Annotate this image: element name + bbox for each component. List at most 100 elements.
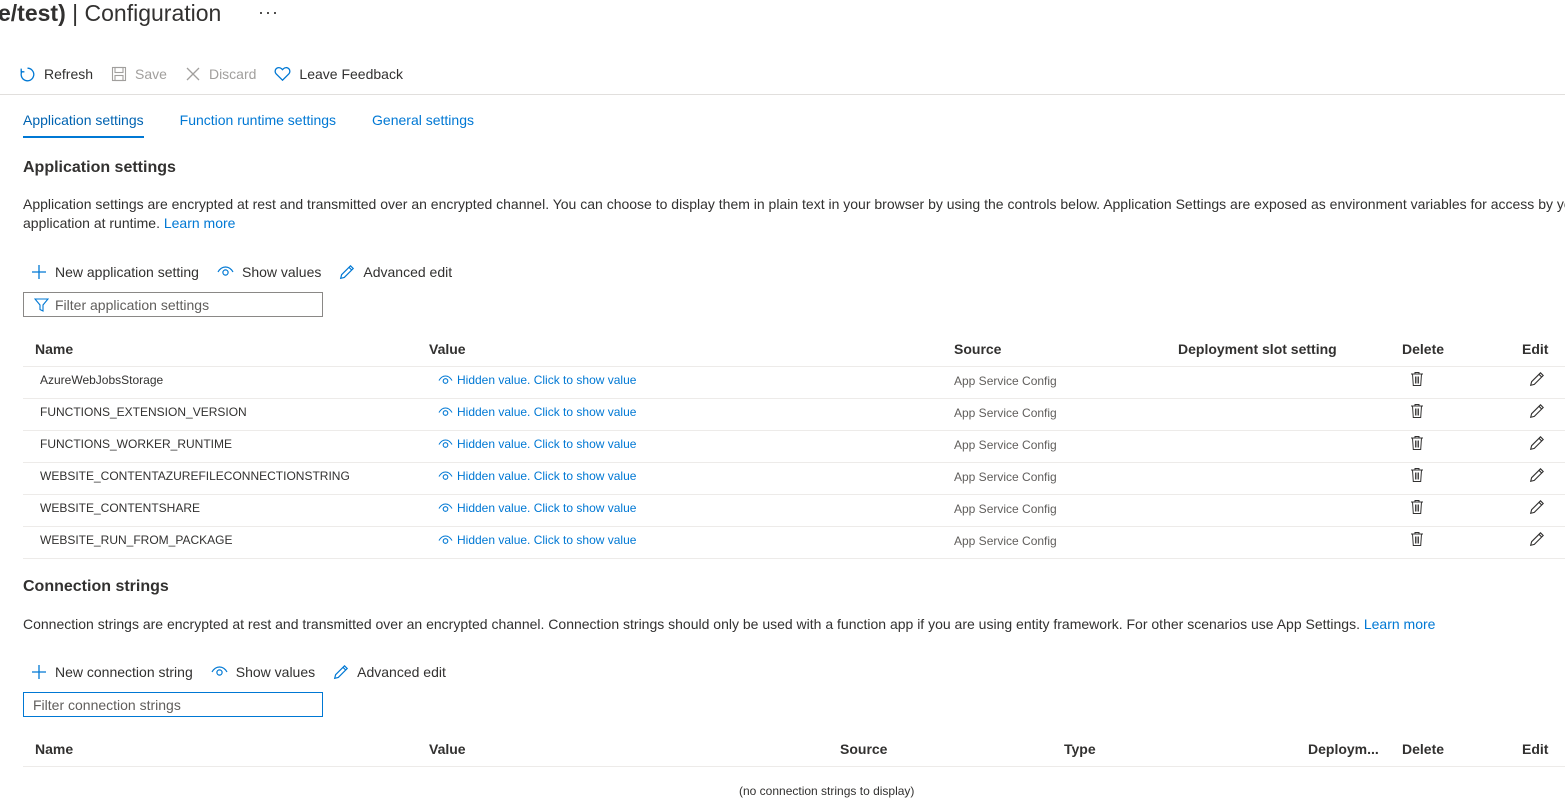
page-title-resource: e/test) xyxy=(0,0,66,26)
conn-col-header-type[interactable]: Type xyxy=(1064,741,1096,757)
eye-icon xyxy=(438,470,453,480)
refresh-label: Refresh xyxy=(44,66,94,82)
save-button[interactable]: Save xyxy=(111,66,167,82)
more-options-button[interactable]: ··· xyxy=(258,2,279,23)
plus-icon xyxy=(32,665,46,679)
app-settings-description-line1: Application settings are encrypted at re… xyxy=(23,196,1565,212)
tab-application-settings[interactable]: Application settings xyxy=(23,110,144,140)
trash-icon xyxy=(1411,500,1423,514)
setting-source: App Service Config xyxy=(954,502,1057,516)
pencil-icon xyxy=(334,664,349,680)
table-row[interactable]: WEBSITE_CONTENTSHARE Hidden value. Click … xyxy=(23,495,1565,527)
edit-setting-button[interactable] xyxy=(1529,371,1545,387)
table-row[interactable]: FUNCTIONS_EXTENSION_VERSION Hidden value.… xyxy=(23,399,1565,431)
setting-source: App Service Config xyxy=(954,406,1057,420)
edit-setting-button[interactable] xyxy=(1529,499,1545,515)
setting-source: App Service Config xyxy=(954,438,1057,452)
edit-setting-button[interactable] xyxy=(1529,467,1545,483)
hidden-value-label: Hidden value. Click to show value xyxy=(457,405,637,419)
col-header-name[interactable]: Name xyxy=(35,341,73,357)
row-divider xyxy=(23,558,1565,559)
hidden-value-link[interactable]: Hidden value. Click to show value xyxy=(438,437,636,451)
app-settings-description: Application settings are encrypted at re… xyxy=(23,195,1565,233)
toolbar-divider xyxy=(0,94,1565,95)
trash-icon xyxy=(1411,532,1423,546)
setting-name: FUNCTIONS_EXTENSION_VERSION xyxy=(40,405,247,419)
empty-state-message: (no connection strings to display) xyxy=(739,784,915,798)
new-application-setting-button[interactable]: New application setting xyxy=(31,264,199,280)
app-advanced-edit-label: Advanced edit xyxy=(363,264,453,280)
conn-col-header-delete: Delete xyxy=(1402,741,1445,757)
new-connection-string-label: New connection string xyxy=(55,664,193,680)
app-show-values-label: Show values xyxy=(241,264,322,280)
hidden-value-label: Hidden value. Click to show value xyxy=(457,501,637,515)
table-row[interactable]: WEBSITE_CONTENTAZUREFILECONNECTIONSTRING… xyxy=(23,463,1565,495)
conn-col-header-source[interactable]: Source xyxy=(840,741,887,757)
eye-icon xyxy=(211,666,228,676)
delete-setting-button[interactable] xyxy=(1410,403,1424,419)
setting-source: App Service Config xyxy=(954,534,1057,548)
delete-setting-button[interactable] xyxy=(1410,435,1424,451)
col-header-value[interactable]: Value xyxy=(429,341,466,357)
delete-setting-button[interactable] xyxy=(1410,467,1424,483)
edit-setting-button[interactable] xyxy=(1529,403,1545,419)
connection-strings-description-text: Connection strings are encrypted at rest… xyxy=(23,616,1360,632)
pencil-icon xyxy=(1529,500,1544,515)
connection-strings-learn-more-link[interactable]: Learn more xyxy=(1364,616,1436,632)
app-settings-learn-more-link[interactable]: Learn more xyxy=(164,215,236,231)
pencil-icon xyxy=(1529,372,1544,387)
hidden-value-label: Hidden value. Click to show value xyxy=(457,469,637,483)
filter-connection-strings[interactable] xyxy=(23,692,323,717)
app-settings-description-line2: application at runtime. Learn more xyxy=(23,214,1565,233)
table-row[interactable]: WEBSITE_RUN_FROM_PACKAGE Hidden value. Cl… xyxy=(23,527,1565,559)
refresh-icon xyxy=(20,67,35,81)
conn-strings-commandbar: New connection string Show values Advanc… xyxy=(31,662,464,682)
col-header-delete: Delete xyxy=(1402,341,1445,357)
hidden-value-link[interactable]: Hidden value. Click to show value xyxy=(438,405,636,419)
hidden-value-link[interactable]: Hidden value. Click to show value xyxy=(438,501,636,515)
setting-source: App Service Config xyxy=(954,470,1057,484)
tab-function-runtime-settings[interactable]: Function runtime settings xyxy=(180,110,336,140)
edit-setting-button[interactable] xyxy=(1529,531,1545,547)
hidden-value-label: Hidden value. Click to show value xyxy=(457,533,637,547)
hidden-value-link[interactable]: Hidden value. Click to show value xyxy=(438,533,636,547)
setting-name: AzureWebJobsStorage xyxy=(40,373,164,387)
eye-icon xyxy=(438,438,453,448)
refresh-button[interactable]: Refresh xyxy=(19,66,93,83)
plus-icon xyxy=(32,265,46,279)
conn-col-header-name[interactable]: Name xyxy=(35,741,73,757)
discard-button[interactable]: Discard xyxy=(185,66,256,82)
delete-setting-button[interactable] xyxy=(1410,499,1424,515)
setting-source: App Service Config xyxy=(954,374,1057,388)
filter-connection-strings-input[interactable] xyxy=(33,696,293,713)
eye-icon xyxy=(438,534,453,544)
conn-show-values-button[interactable]: Show values xyxy=(211,664,315,680)
conn-col-header-value[interactable]: Value xyxy=(429,741,466,757)
hidden-value-label: Hidden value. Click to show value xyxy=(457,437,637,451)
edit-setting-button[interactable] xyxy=(1529,435,1545,451)
hidden-value-link[interactable]: Hidden value. Click to show value xyxy=(438,469,636,483)
table-row[interactable]: AzureWebJobsStorage Hidden value. Click t… xyxy=(23,367,1565,399)
col-header-source[interactable]: Source xyxy=(954,341,1001,357)
filter-application-settings-input[interactable] xyxy=(55,296,315,313)
app-show-values-button[interactable]: Show values xyxy=(217,264,321,280)
conn-col-header-deployment-slot[interactable]: Deploym... xyxy=(1308,741,1379,757)
col-header-edit: Edit xyxy=(1522,341,1549,357)
delete-setting-button[interactable] xyxy=(1410,371,1424,387)
pencil-icon xyxy=(340,264,355,280)
leave-feedback-label: Leave Feedback xyxy=(299,66,403,82)
filter-application-settings[interactable] xyxy=(23,292,323,317)
new-connection-string-button[interactable]: New connection string xyxy=(31,664,193,680)
app-settings-commandbar: New application setting Show values Adva… xyxy=(31,262,470,282)
leave-feedback-button[interactable]: Leave Feedback xyxy=(274,66,403,82)
page-title-blade: Configuration xyxy=(84,0,222,26)
col-header-deployment-slot[interactable]: Deployment slot setting xyxy=(1178,341,1337,357)
hidden-value-link[interactable]: Hidden value. Click to show value xyxy=(438,373,636,387)
toolbar: Refresh Save Discard Leave Feedback xyxy=(19,62,421,86)
tab-general-settings[interactable]: General settings xyxy=(372,110,474,140)
app-advanced-edit-button[interactable]: Advanced edit xyxy=(339,264,452,280)
trash-icon xyxy=(1411,372,1423,386)
table-row[interactable]: FUNCTIONS_WORKER_RUNTIME Hidden value. Cl… xyxy=(23,431,1565,463)
delete-setting-button[interactable] xyxy=(1410,531,1424,547)
conn-advanced-edit-button[interactable]: Advanced edit xyxy=(333,664,446,680)
